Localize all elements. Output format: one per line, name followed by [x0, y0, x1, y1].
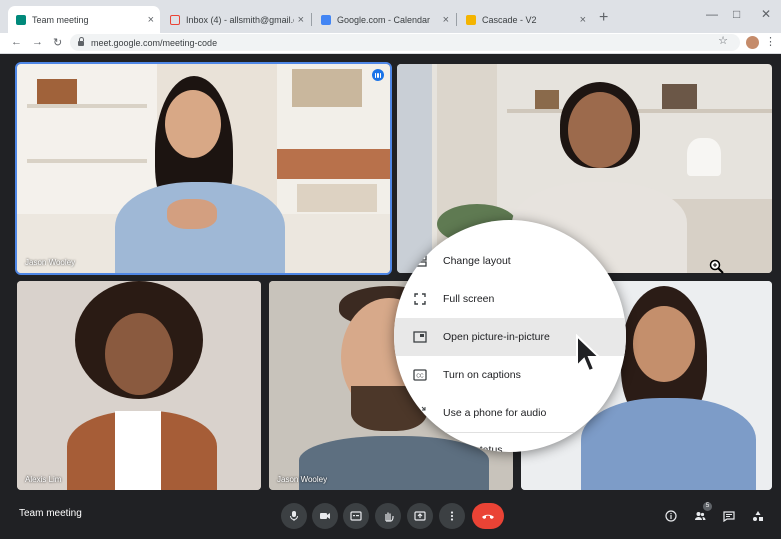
forward-arrow-icon[interactable]: → [32, 36, 43, 48]
menu-item-label: Open picture-in-picture [443, 331, 550, 343]
participant-name: Jason Wooley [277, 475, 328, 484]
calendar-favicon [321, 14, 331, 25]
captions-button[interactable] [343, 503, 369, 529]
mic-button[interactable] [281, 503, 307, 529]
participant-figure [107, 74, 307, 273]
people-icon [695, 512, 706, 520]
video-tile-participant[interactable]: Jason Wooley [15, 62, 392, 275]
picture-in-picture-icon [413, 331, 427, 343]
meeting-controls-bar: Team meeting 5 [0, 494, 781, 539]
chat-button[interactable] [720, 507, 738, 525]
gmail-favicon [170, 14, 180, 25]
tab-title: Team meeting [32, 14, 89, 25]
tab-calendar[interactable]: Google.com - Calendar × [313, 6, 455, 33]
end-call-button[interactable] [472, 503, 504, 529]
svg-text:CC: CC [416, 374, 424, 380]
layout-icon [413, 255, 427, 267]
zoom-cursor-icon [709, 259, 724, 274]
url-text: meet.google.com/meeting-code [91, 37, 218, 48]
tab-separator [311, 13, 312, 26]
captions-icon [350, 511, 362, 521]
mic-icon [290, 511, 298, 521]
speaking-indicator-icon [372, 69, 384, 81]
minimize-icon[interactable]: — [706, 7, 718, 21]
menu-item-change-layout[interactable]: Change layout [394, 242, 626, 280]
participant-name: Jason Wooley [25, 258, 76, 267]
info-icon [665, 510, 677, 522]
tab-title: Inbox (4) - allsmith@gmail.com [186, 14, 294, 25]
menu-item-label: Use a phone for audio [443, 407, 547, 419]
phone-audio-icon [415, 406, 426, 418]
close-tab-icon[interactable]: × [298, 14, 304, 26]
tab-team-meeting[interactable]: Team meeting × [8, 6, 160, 33]
participant-figure [37, 281, 257, 490]
menu-item-phone-audio[interactable]: Use a phone for audio [394, 394, 626, 432]
maximize-icon[interactable]: □ [733, 7, 740, 21]
chat-icon [723, 511, 735, 522]
video-tile-participant[interactable]: Alexis Lim [17, 281, 261, 490]
raise-hand-button[interactable] [375, 503, 401, 529]
activities-button[interactable] [749, 507, 767, 525]
browser-menu-icon[interactable]: ⋮ [765, 35, 776, 48]
mouse-pointer-icon [576, 334, 601, 373]
new-tab-button[interactable]: + [599, 9, 608, 27]
back-arrow-icon[interactable]: ← [11, 36, 22, 48]
address-bar[interactable]: meet.google.com/meeting-code ☆ [70, 34, 740, 51]
tab-gmail-inbox[interactable]: Inbox (4) - allsmith@gmail.com × [162, 6, 310, 33]
close-tab-icon[interactable]: × [580, 14, 586, 26]
slides-favicon [466, 14, 476, 25]
activities-icon [753, 511, 763, 521]
tab-title: Cascade - V2 [482, 14, 537, 25]
tab-title: Google.com - Calendar [337, 14, 431, 25]
raise-hand-icon [385, 512, 394, 522]
menu-item-full-screen[interactable]: Full screen [394, 280, 626, 318]
lock-icon [78, 37, 84, 46]
meeting-info-button[interactable] [662, 507, 680, 525]
participant-name: Alexis Lim [25, 475, 62, 484]
close-window-icon[interactable]: ✕ [761, 7, 771, 21]
close-tab-icon[interactable]: × [148, 14, 154, 26]
menu-item-label: Turn on captions [443, 369, 521, 381]
present-button[interactable] [407, 503, 433, 529]
people-button[interactable]: 5 [691, 502, 712, 525]
menu-item-label: Change layout [443, 255, 511, 267]
bookmark-star-icon[interactable]: ☆ [718, 34, 728, 47]
captions-icon: CC [413, 369, 427, 381]
camera-button[interactable] [312, 503, 338, 529]
tab-separator [456, 13, 457, 26]
tab-cascade[interactable]: Cascade - V2 × [458, 6, 592, 33]
close-tab-icon[interactable]: × [443, 14, 449, 26]
browser-tab-bar: Team meeting × Inbox (4) - allsmith@gmai… [0, 0, 781, 33]
menu-item-label: Full screen [443, 293, 495, 305]
reload-icon[interactable]: ↻ [53, 36, 62, 49]
present-icon [414, 511, 426, 521]
people-count-badge: 5 [703, 502, 712, 511]
menu-divider [394, 432, 626, 433]
more-options-button[interactable] [439, 503, 465, 529]
browser-toolbar: ← → ↻ meet.google.com/meeting-code ☆ [0, 33, 781, 54]
menu-item-media-status[interactable]: Media status [394, 444, 626, 452]
meeting-title: Team meeting [19, 508, 82, 519]
camera-icon [320, 513, 330, 519]
profile-avatar[interactable] [746, 36, 759, 49]
fullscreen-icon [414, 293, 426, 305]
more-options-icon [450, 511, 454, 521]
end-call-icon [482, 514, 494, 519]
meet-favicon [16, 14, 26, 25]
